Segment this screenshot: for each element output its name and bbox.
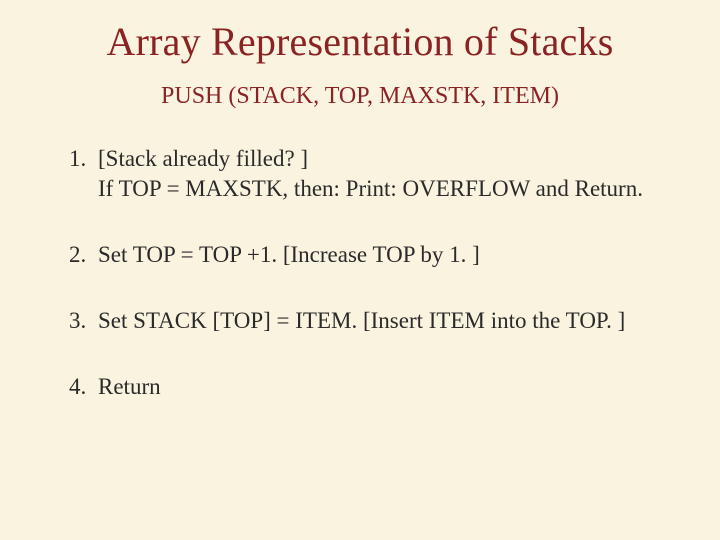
step-line: If TOP = MAXSTK, then: Print: OVERFLOW a…	[98, 174, 684, 204]
step-item: Set STACK [TOP] = ITEM. [Insert ITEM int…	[92, 306, 684, 336]
step-item: Set TOP = TOP +1. [Increase TOP by 1. ]	[92, 240, 684, 270]
slide: Array Representation of Stacks PUSH (STA…	[0, 0, 720, 540]
step-line: Return	[98, 372, 684, 402]
step-line: Set TOP = TOP +1. [Increase TOP by 1. ]	[98, 240, 684, 270]
step-item: [Stack already filled? ] If TOP = MAXSTK…	[92, 144, 684, 204]
step-line: [Stack already filled? ]	[98, 144, 684, 174]
steps-list: [Stack already filled? ] If TOP = MAXSTK…	[36, 144, 684, 401]
step-line: Set STACK [TOP] = ITEM. [Insert ITEM int…	[98, 306, 684, 336]
algorithm-signature: PUSH (STACK, TOP, MAXSTK, ITEM)	[36, 83, 684, 110]
page-title: Array Representation of Stacks	[36, 18, 684, 65]
step-item: Return	[92, 372, 684, 402]
